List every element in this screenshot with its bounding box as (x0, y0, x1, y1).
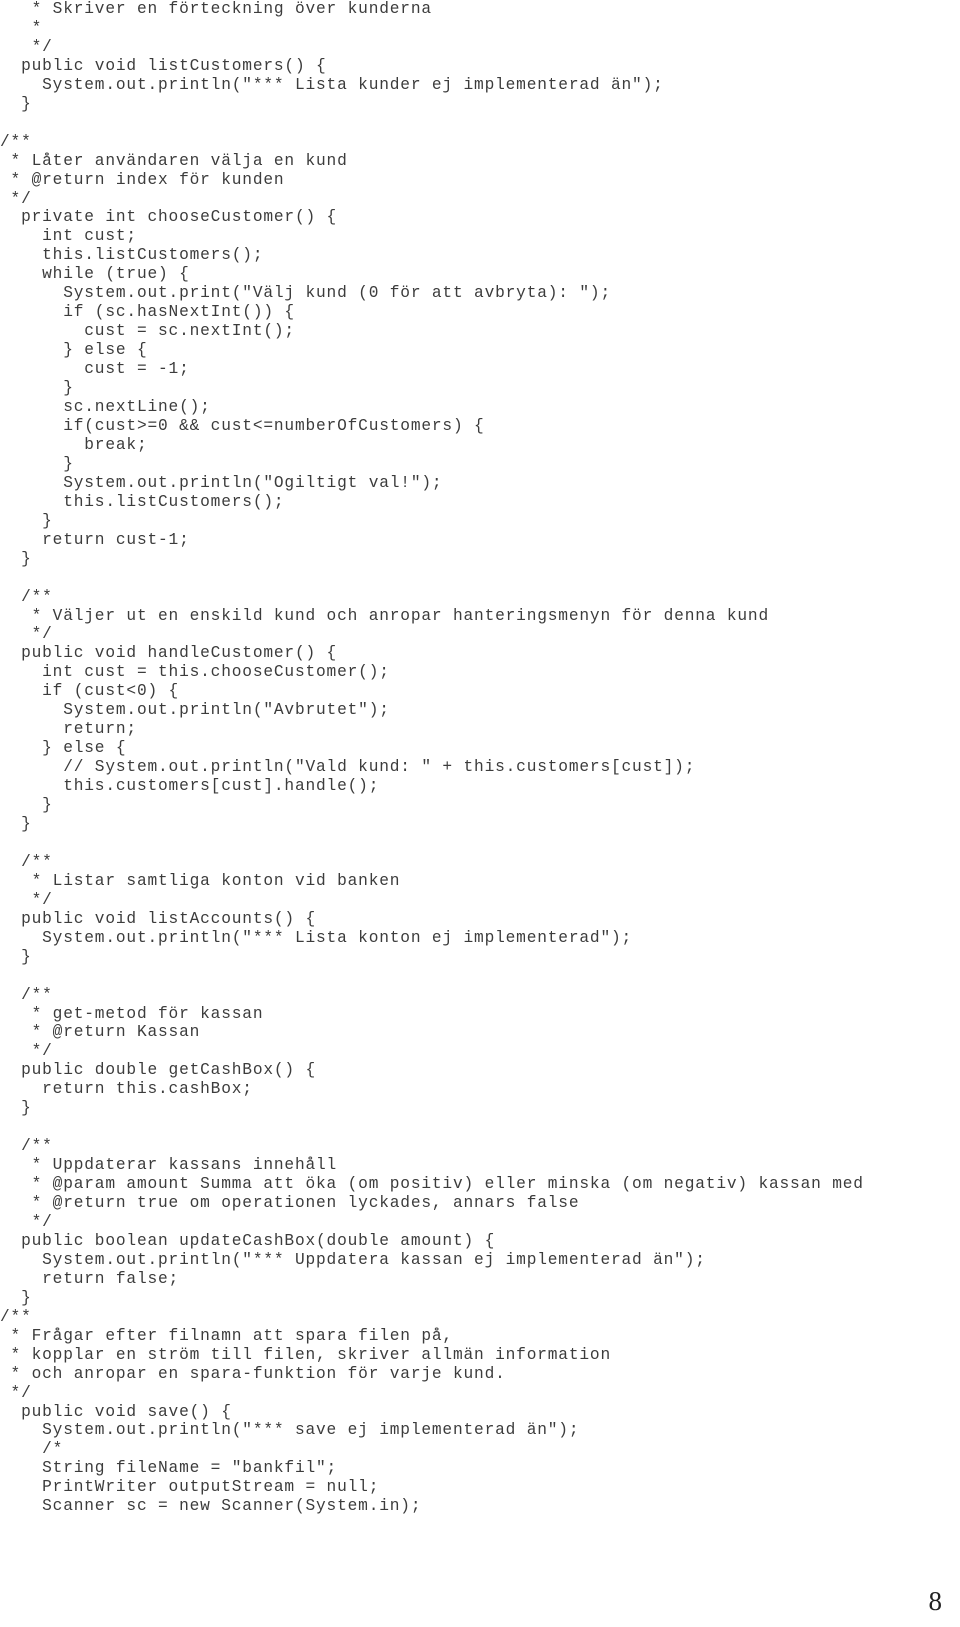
code-line: // System.out.println("Vald kund: " + th… (0, 758, 696, 777)
page-number: 8 (928, 1586, 943, 1616)
code-line: * Frågar efter filnamn att spara filen p… (0, 1326, 453, 1345)
code-line: cust = -1; (0, 360, 190, 379)
code-line: * Listar samtliga konton vid banken (0, 871, 401, 890)
code-line: * get-metod för kassan (0, 1004, 264, 1023)
code-line: this.listCustomers(); (0, 246, 264, 265)
code-line: */ (0, 890, 53, 909)
code-line: * Uppdaterar kassans innehåll (0, 1156, 338, 1175)
code-line: Scanner sc = new Scanner(System.in); (0, 1497, 422, 1516)
code-line: } (0, 1288, 32, 1307)
code-line: if(cust>=0 && cust<=numberOfCustomers) { (0, 416, 485, 435)
code-line: */ (0, 37, 53, 56)
code-line: System.out.println("*** Lista konton ej … (0, 928, 633, 947)
code-line: } (0, 947, 32, 966)
code-line: /* (0, 1440, 64, 1459)
code-line: */ (0, 1213, 53, 1231)
code-line: } (0, 94, 32, 113)
code-line: /** (0, 132, 32, 151)
code-line: return cust-1; (0, 530, 190, 549)
code-line: break; (0, 435, 148, 454)
code-line: } (0, 814, 32, 833)
code-line: * @return Kassan (0, 1023, 201, 1042)
code-line: * @param amount Summa att öka (om positi… (0, 1175, 864, 1194)
code-line: this.customers[cust].handle(); (0, 777, 380, 796)
code-line: } (0, 379, 74, 398)
code-line: } (0, 796, 53, 815)
code-line: /** (0, 1137, 53, 1156)
code-line: System.out.println("*** Lista kunder ej … (0, 75, 664, 94)
code-line: */ (0, 625, 53, 644)
code-line: * Väljer ut en enskild kund och anropar … (0, 606, 769, 625)
code-line: */ (0, 1383, 32, 1402)
code-line: PrintWriter outputStream = null; (0, 1478, 380, 1497)
code-line: * Skriver en förteckning över kunderna (0, 0, 432, 18)
code-line: System.out.println("Ogiltigt val!"); (0, 473, 443, 492)
code-line: } else { (0, 739, 127, 758)
code-line: } else { (0, 341, 148, 360)
code-line: public double getCashBox() { (0, 1061, 317, 1080)
code-line: cust = sc.nextInt(); (0, 322, 295, 341)
code-listing: * Skriver en förteckning över kunderna *… (0, 0, 960, 1516)
code-line: sc.nextLine(); (0, 398, 211, 417)
code-line: System.out.println("*** Uppdatera kassan… (0, 1250, 706, 1269)
code-line: /** (0, 587, 53, 606)
code-line: * @return true om operationen lyckades, … (0, 1194, 580, 1213)
code-line: } (0, 511, 53, 530)
document-page: * Skriver en förteckning över kunderna *… (0, 0, 960, 1627)
code-line: } (0, 1099, 32, 1118)
code-line: System.out.print("Välj kund (0 för att a… (0, 284, 611, 303)
code-line: return this.cashBox; (0, 1080, 253, 1099)
code-line: /** (0, 985, 53, 1004)
code-line: public void save() { (0, 1402, 232, 1421)
code-line: /** (0, 1307, 32, 1326)
code-line: * Låter användaren välja en kund (0, 151, 348, 170)
code-line: /** (0, 852, 53, 871)
code-line: } (0, 454, 74, 473)
code-line: System.out.println("Avbrutet"); (0, 701, 390, 720)
code-line: System.out.println("*** save ej implemen… (0, 1421, 580, 1440)
code-line: public boolean updateCashBox(double amou… (0, 1231, 496, 1250)
code-line: * kopplar en ström till filen, skriver a… (0, 1345, 611, 1364)
code-line: */ (0, 189, 32, 208)
code-line: String fileName = "bankfil"; (0, 1459, 338, 1478)
code-line: return false; (0, 1269, 180, 1288)
code-line: public void listCustomers() { (0, 56, 327, 75)
code-line: * och anropar en spara-funktion för varj… (0, 1364, 506, 1383)
code-line: } (0, 549, 32, 568)
code-line: public void handleCustomer() { (0, 644, 338, 663)
code-line: if (sc.hasNextInt()) { (0, 303, 295, 322)
code-line: int cust = this.chooseCustomer(); (0, 663, 390, 682)
code-line: public void listAccounts() { (0, 909, 317, 928)
code-line: private int chooseCustomer() { (0, 208, 338, 227)
code-line: this.listCustomers(); (0, 492, 285, 511)
code-line: if (cust<0) { (0, 682, 180, 701)
code-line: return; (0, 720, 137, 739)
code-line: */ (0, 1042, 53, 1061)
code-line: * @return index för kunden (0, 170, 285, 189)
code-line: * (0, 18, 43, 37)
code-line: while (true) { (0, 265, 190, 284)
code-line: int cust; (0, 227, 137, 246)
